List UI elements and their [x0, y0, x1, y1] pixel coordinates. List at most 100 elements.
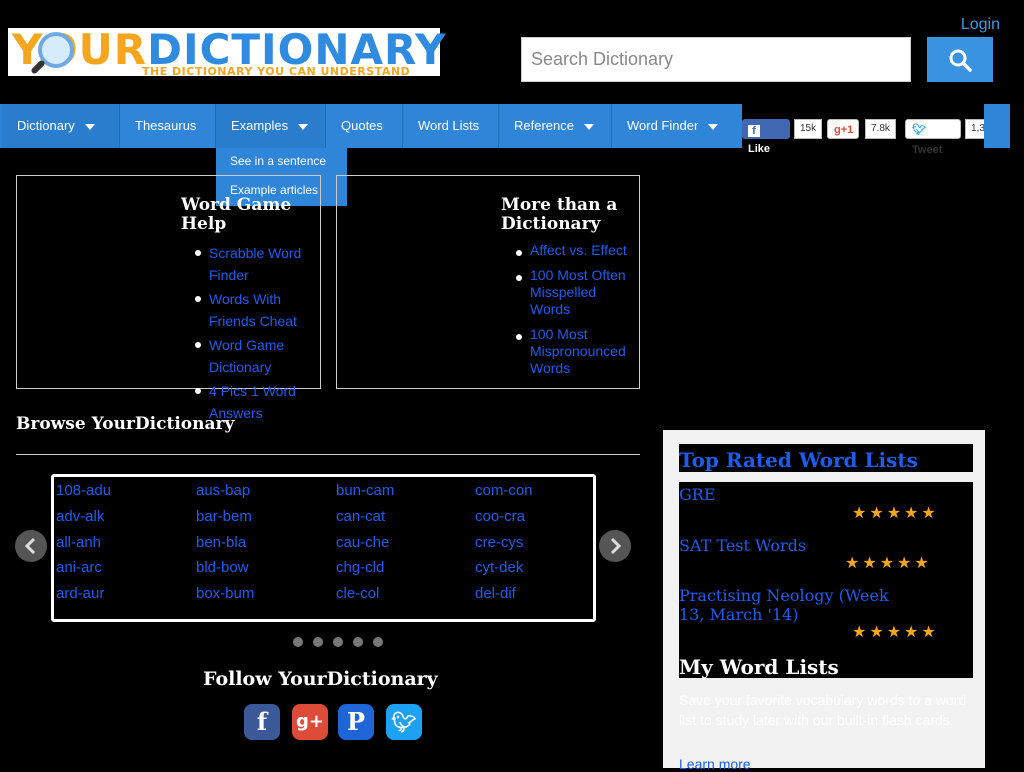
browse-range-link[interactable]: cau-che	[336, 534, 389, 551]
my-word-lists-description: Save your favorite vocabulary words to a…	[679, 692, 967, 728]
chevron-down-icon	[84, 123, 95, 130]
google-plus-icon: g	[834, 124, 841, 136]
facebook-icon: f	[748, 125, 760, 137]
facebook-like-button[interactable]: f Like	[742, 119, 790, 155]
google-plus-count: 7.8k	[865, 119, 896, 139]
tweet-label: Tweet	[912, 144, 943, 156]
list-item: 100 Most Often Misspelled Words	[516, 267, 636, 318]
chevron-left-icon	[24, 537, 36, 555]
word-list-gre-link[interactable]: GRE	[679, 485, 919, 504]
list-item: Scrabble Word Finder	[195, 242, 305, 286]
browse-range-link[interactable]: com-con	[475, 482, 533, 499]
nav-word-finder-label: Word Finder	[627, 118, 699, 133]
browse-range-link[interactable]: 108-adu	[56, 482, 111, 499]
chevron-right-icon	[610, 537, 622, 555]
browse-range-link[interactable]: ani-arc	[56, 559, 102, 576]
browse-range-link[interactable]: ard-aur	[56, 585, 104, 602]
nav-reference-label: Reference	[514, 118, 574, 133]
misspelled-words-link[interactable]: 100 Most Often Misspelled Words	[530, 267, 626, 317]
nav-quotes-label: Quotes	[341, 118, 383, 133]
word-game-help-list: Scrabble Word Finder Words With Friends …	[195, 242, 305, 426]
list-item: 100 Most Mispronounced Words	[516, 326, 636, 377]
carousel-dot[interactable]	[293, 637, 303, 647]
word-game-dictionary-link[interactable]: Word Game Dictionary	[209, 337, 284, 375]
browse-range-link[interactable]: adv-alk	[56, 508, 104, 525]
list-item: Words With Friends Cheat	[195, 288, 305, 332]
affect-vs-effect-link[interactable]: Affect vs. Effect	[530, 242, 627, 258]
browse-range-link[interactable]: bld-bow	[196, 559, 249, 576]
more-than-dictionary-list: Affect vs. Effect 100 Most Often Misspel…	[516, 242, 636, 379]
nav-quotes[interactable]: Quotes	[326, 104, 402, 148]
search-button[interactable]	[927, 37, 993, 82]
chevron-down-icon	[708, 123, 719, 130]
nav-word-finder[interactable]: Word Finder	[612, 104, 742, 148]
browse-range-link[interactable]: box-bum	[196, 585, 254, 602]
list-item: Affect vs. Effect	[516, 242, 636, 259]
browse-range-link[interactable]: bar-bem	[196, 508, 252, 525]
facebook-like-widget: f Like 15k	[742, 119, 823, 155]
carousel-prev-button[interactable]	[15, 530, 47, 562]
gre-rating-stars: ★★★★★	[852, 503, 939, 522]
mispronounced-words-link[interactable]: 100 Most Mispronounced Words	[530, 326, 626, 376]
top-rated-title: Top Rated Word Lists	[679, 448, 918, 472]
browse-range-link[interactable]: ben-bla	[196, 534, 246, 551]
browse-range-link[interactable]: cyt-dek	[475, 559, 523, 576]
chevron-down-icon	[298, 123, 309, 130]
chevron-down-icon	[583, 123, 594, 130]
word-game-help-title: Word Game Help	[181, 195, 292, 234]
browse-range-link[interactable]: coo-cra	[475, 508, 525, 525]
neology-rating-stars: ★★★★★	[852, 622, 939, 641]
nav-word-lists-label: Word Lists	[418, 118, 480, 133]
twitter-icon[interactable]: 🐦︎	[386, 704, 422, 740]
browse-range-link[interactable]: aus-bap	[196, 482, 250, 499]
browse-range-link[interactable]: cre-cys	[475, 534, 523, 551]
carousel-dot[interactable]	[373, 637, 383, 647]
facebook-like-count: 15k	[794, 119, 823, 139]
google-plus-label: +1	[840, 124, 854, 136]
list-item: Word Game Dictionary	[195, 334, 305, 378]
browse-range-link[interactable]: del-dif	[475, 585, 516, 602]
login-link[interactable]: Login	[961, 16, 1000, 34]
tweet-button[interactable]: 🐦︎ Tweet	[905, 119, 961, 156]
browse-range-link[interactable]: cle-col	[336, 585, 379, 602]
google-plus-icon[interactable]: g+	[292, 704, 328, 740]
google-plus-button[interactable]: g+1	[827, 119, 859, 139]
facebook-icon[interactable]: f	[244, 704, 280, 740]
pinterest-icon[interactable]: P	[338, 704, 374, 740]
facebook-like-label: Like	[748, 143, 771, 155]
nav-reference[interactable]: Reference	[499, 104, 611, 148]
carousel-dot[interactable]	[313, 637, 323, 647]
logo-tagline: THE DICTIONARY YOU CAN UNDERSTAND	[142, 65, 411, 78]
carousel-dot[interactable]	[333, 637, 343, 647]
sat-rating-stars: ★★★★★	[845, 553, 932, 572]
browse-range-link[interactable]: can-cat	[336, 508, 385, 525]
nav-dictionary[interactable]: Dictionary	[2, 104, 119, 148]
learn-more-link[interactable]: Learn more	[679, 756, 751, 772]
browse-title: Browse YourDictionary	[16, 414, 235, 434]
my-word-lists-title: My Word Lists	[679, 655, 839, 679]
word-list-neology-link[interactable]: Practising Neology (Week 13, March '14)	[679, 586, 919, 624]
carousel-dot[interactable]	[353, 637, 363, 647]
follow-title: Follow YourDictionary	[203, 668, 438, 690]
nav-thesaurus[interactable]: Thesaurus	[120, 104, 215, 148]
nav-examples-label: Examples	[231, 118, 289, 133]
more-than-dictionary-title: More than a Dictionary	[501, 195, 618, 234]
carousel-next-button[interactable]	[599, 530, 631, 562]
site-logo[interactable]: YOURDICTIONARY THE DICTIONARY YOU CAN UN…	[8, 26, 445, 78]
words-with-friends-link[interactable]: Words With Friends Cheat	[209, 291, 297, 329]
nav-examples[interactable]: Examples	[216, 104, 325, 148]
sidebar-gap	[679, 472, 973, 482]
scrabble-word-finder-link[interactable]: Scrabble Word Finder	[209, 245, 301, 283]
browse-range-link[interactable]: bun-cam	[336, 482, 394, 499]
google-plus-widget: g+1 7.8k	[827, 119, 902, 139]
twitter-bird-icon: 🐦︎	[912, 124, 926, 136]
browse-divider	[16, 454, 640, 455]
nav-word-lists[interactable]: Word Lists	[403, 104, 498, 148]
browse-range-link[interactable]: all-anh	[56, 534, 101, 551]
dropdown-see-in-sentence[interactable]: See in a sentence	[230, 154, 326, 168]
nav-dictionary-label: Dictionary	[17, 118, 75, 133]
browse-range-link[interactable]: chg-cld	[336, 559, 384, 576]
nav-end-cap	[984, 104, 1010, 148]
nav-thesaurus-label: Thesaurus	[135, 118, 197, 133]
search-input[interactable]: Search Dictionary	[521, 37, 911, 82]
